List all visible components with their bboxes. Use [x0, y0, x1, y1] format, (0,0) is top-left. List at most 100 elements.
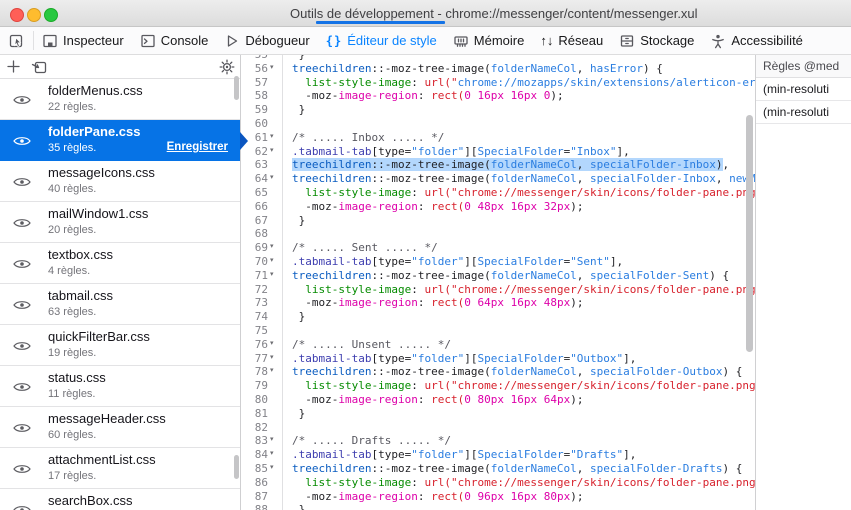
code-line[interactable]: .tabmail-tab[type="folder"][SpecialFolde…: [284, 145, 755, 159]
visibility-eye-toggle[interactable]: [13, 175, 31, 193]
visibility-eye-toggle[interactable]: [13, 216, 31, 234]
code-line[interactable]: .tabmail-tab[type="folder"][SpecialFolde…: [284, 352, 755, 366]
sidebar-scrollbar-thumb[interactable]: [234, 455, 239, 479]
visibility-eye-icon[interactable]: [13, 340, 31, 352]
stylesheet-item[interactable]: tabmail.css63 règles.: [0, 284, 240, 325]
code-line[interactable]: /* ..... Unsent ..... */: [284, 338, 755, 352]
line-number[interactable]: 86: [241, 476, 268, 490]
line-number[interactable]: 84: [241, 448, 268, 462]
code-line[interactable]: }: [284, 503, 755, 510]
line-number[interactable]: 72: [241, 283, 268, 297]
stylesheet-item[interactable]: messageIcons.css40 règles.: [0, 161, 240, 202]
visibility-eye-toggle[interactable]: [13, 380, 31, 398]
line-number[interactable]: 67: [241, 214, 268, 228]
fold-marker-icon[interactable]: ▾: [270, 268, 274, 282]
code-line[interactable]: list-style-image: url("chrome://messenge…: [284, 476, 755, 490]
code-line[interactable]: treechildren::-moz-tree-image(folderName…: [284, 269, 755, 283]
code-line[interactable]: }: [284, 55, 755, 62]
add-stylesheet-button[interactable]: [0, 56, 26, 78]
line-number[interactable]: 87: [241, 490, 268, 504]
fold-marker-icon[interactable]: ▾: [270, 240, 274, 254]
fold-marker-icon[interactable]: ▾: [270, 171, 274, 185]
visibility-eye-icon[interactable]: [13, 94, 31, 106]
visibility-eye-icon[interactable]: [13, 463, 31, 475]
code-line[interactable]: list-style-image: url("chrome://mozapps/…: [284, 76, 755, 90]
line-number[interactable]: 83: [241, 434, 268, 448]
line-number[interactable]: 85: [241, 462, 268, 476]
code-line[interactable]: list-style-image: url("chrome://messenge…: [284, 379, 755, 393]
style-editor-source[interactable]: 5556▾5758596061▾62▾6364▾6566676869▾70▾71…: [241, 55, 755, 510]
line-number[interactable]: 56: [241, 62, 268, 76]
code-line[interactable]: treechildren::-moz-tree-image(folderName…: [284, 62, 755, 76]
line-number[interactable]: 63: [241, 158, 268, 172]
editor-code-area[interactable]: }treechildren::-moz-tree-image(folderNam…: [284, 55, 755, 510]
stylesheet-item[interactable]: status.css11 règles.: [0, 366, 240, 407]
fold-marker-icon[interactable]: ▾: [270, 144, 274, 158]
line-number[interactable]: 78: [241, 365, 268, 379]
visibility-eye-icon[interactable]: [13, 299, 31, 311]
fold-marker-icon[interactable]: ▾: [270, 447, 274, 461]
visibility-eye-icon[interactable]: [13, 381, 31, 393]
visibility-eye-toggle[interactable]: [13, 93, 31, 111]
code-line[interactable]: }: [284, 103, 755, 117]
code-line[interactable]: -moz-image-region: rect(0 96px 16px 80px…: [284, 490, 755, 504]
stylesheet-item[interactable]: mailWindow1.css20 règles.: [0, 202, 240, 243]
line-number[interactable]: 71: [241, 269, 268, 283]
code-line[interactable]: /* ..... Inbox ..... */: [284, 131, 755, 145]
visibility-eye-toggle[interactable]: [13, 257, 31, 275]
fold-marker-icon[interactable]: ▾: [270, 364, 274, 378]
visibility-eye-toggle[interactable]: [13, 503, 31, 510]
code-line[interactable]: }: [284, 407, 755, 421]
code-line[interactable]: [284, 421, 755, 435]
stylesheet-item[interactable]: folderPane.css35 règles.Enregistrer: [0, 120, 240, 161]
code-line[interactable]: list-style-image: url("chrome://messenge…: [284, 283, 755, 297]
line-number[interactable]: 69: [241, 241, 268, 255]
media-rule-item[interactable]: (min-resoluti: [756, 78, 851, 101]
code-line[interactable]: treechildren::-moz-tree-image(folderName…: [284, 172, 755, 186]
line-number[interactable]: 81: [241, 407, 268, 421]
code-line[interactable]: }: [284, 214, 755, 228]
visibility-eye-toggle[interactable]: [13, 134, 31, 152]
tab-console[interactable]: Console: [132, 27, 217, 54]
line-number[interactable]: 79: [241, 379, 268, 393]
visibility-eye-icon[interactable]: [13, 258, 31, 270]
visibility-eye-icon[interactable]: [13, 135, 31, 147]
sidebar-scrollbar-thumb-top[interactable]: [234, 76, 239, 100]
code-line[interactable]: /* ..... Sent ..... */: [284, 241, 755, 255]
line-number[interactable]: 80: [241, 393, 268, 407]
code-line[interactable]: treechildren::-moz-tree-image(folderName…: [284, 365, 755, 379]
fold-marker-icon[interactable]: ▾: [270, 337, 274, 351]
line-number[interactable]: 59: [241, 103, 268, 117]
tab-inspecteur[interactable]: Inspecteur: [34, 27, 132, 54]
code-line[interactable]: [284, 324, 755, 338]
code-line[interactable]: [284, 117, 755, 131]
stylesheet-item[interactable]: searchBox.css: [0, 489, 240, 510]
save-link[interactable]: Enregistrer: [167, 141, 228, 153]
fold-marker-icon[interactable]: ▾: [270, 433, 274, 447]
code-line[interactable]: list-style-image: url("chrome://messenge…: [284, 186, 755, 200]
code-line[interactable]: treechildren::-moz-tree-image(folderName…: [284, 462, 755, 476]
visibility-eye-toggle[interactable]: [13, 462, 31, 480]
line-number[interactable]: 76: [241, 338, 268, 352]
fold-marker-icon[interactable]: ▾: [270, 61, 274, 75]
line-number[interactable]: 65: [241, 186, 268, 200]
code-line[interactable]: .tabmail-tab[type="folder"][SpecialFolde…: [284, 255, 755, 269]
tab-stockage[interactable]: Stockage: [611, 27, 702, 54]
style-editor-options-button[interactable]: [214, 56, 240, 78]
tab-accessibilit-[interactable]: Accessibilité: [702, 27, 811, 54]
code-line[interactable]: treechildren::-moz-tree-image(folderName…: [284, 158, 755, 172]
visibility-eye-toggle[interactable]: [13, 298, 31, 316]
tab-m-moire[interactable]: Mémoire: [445, 27, 533, 54]
line-number[interactable]: 73: [241, 296, 268, 310]
line-number[interactable]: 57: [241, 76, 268, 90]
media-rule-item[interactable]: (min-resoluti: [756, 101, 851, 124]
line-number[interactable]: 70: [241, 255, 268, 269]
fold-marker-icon[interactable]: ▾: [270, 254, 274, 268]
stylesheet-item[interactable]: textbox.css4 règles.: [0, 243, 240, 284]
minimize-window-button[interactable]: [27, 8, 41, 22]
zoom-window-button[interactable]: [44, 8, 58, 22]
tab--diteur-de-style[interactable]: {}Éditeur de style: [318, 27, 445, 54]
visibility-eye-icon[interactable]: [13, 176, 31, 188]
code-line[interactable]: .tabmail-tab[type="folder"][SpecialFolde…: [284, 448, 755, 462]
line-number[interactable]: 74: [241, 310, 268, 324]
